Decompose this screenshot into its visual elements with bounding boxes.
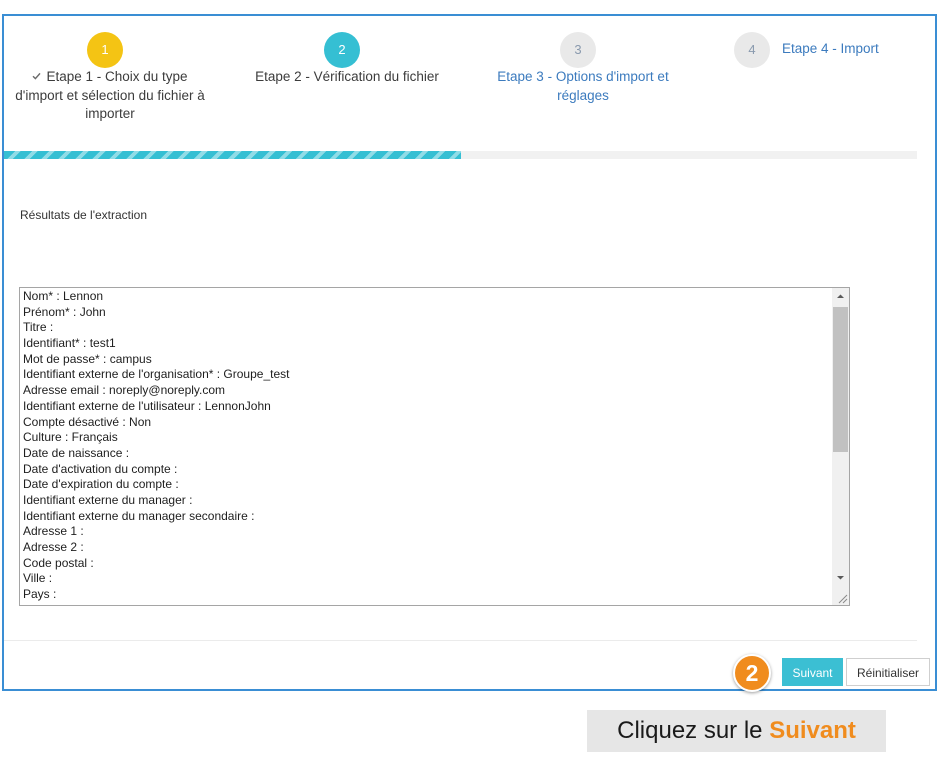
callout-step-badge: 2: [733, 654, 771, 692]
textarea-content: Nom* : Lennon Prénom* : John Titre : Ide…: [20, 288, 832, 605]
resize-grip-icon[interactable]: [832, 586, 849, 605]
textarea-line: Identifiant* : test1: [23, 336, 116, 351]
textarea-line: Identifiant externe du manager :: [23, 492, 193, 507]
textarea-line: Culture : Français: [23, 430, 118, 445]
progress-bar: [4, 151, 917, 159]
textarea-line: Nom* : Lennon: [23, 289, 104, 303]
step-2-circle: 2: [324, 32, 360, 68]
textarea-line: Titre :: [23, 320, 54, 335]
textarea-line: Adresse 2 :: [23, 540, 84, 554]
textarea-line: Identifiant externe de l'organisation* :…: [23, 367, 290, 382]
textarea-line: Ville :: [23, 571, 53, 586]
textarea-line: Code postal :: [23, 555, 94, 570]
textarea-line: Date de naissance :: [23, 445, 130, 460]
scrollbar-thumb[interactable]: [833, 307, 848, 452]
step-4-circle: 4: [734, 32, 770, 68]
textarea-line: Pays :: [23, 587, 57, 602]
progress-bar-fill: [4, 151, 461, 159]
step-1-circle: 1: [87, 32, 123, 68]
textarea-line: Mot de passe* : campus: [23, 351, 152, 366]
reset-button[interactable]: Réinitialiser: [846, 658, 930, 686]
textarea-scrollbar[interactable]: [832, 288, 849, 586]
step-1-label: Etape 1 - Choix du type d'import et séle…: [11, 68, 209, 124]
instruction-box: Cliquez sur le Suivant: [587, 710, 886, 752]
instruction-highlight: Suivant: [769, 717, 856, 744]
textarea-line: Date d'activation du compte :: [23, 461, 178, 476]
textarea-line: Adresse email : noreply@noreply.com: [23, 383, 226, 398]
step-2-label: Etape 2 - Vérification du fichier: [255, 69, 439, 84]
textarea-line: Prénom* : John: [23, 304, 106, 319]
step-1-label-text: Etape 1 - Choix du type d'import et séle…: [15, 69, 205, 121]
step-3-circle: 3: [560, 32, 596, 68]
textarea-line: Date d'expiration du compte :: [23, 477, 179, 492]
next-button[interactable]: Suivant: [782, 658, 843, 686]
textarea-line: Adresse 1 :: [23, 524, 84, 539]
textarea-line: Identifiant externe de l'utilisateur : L…: [23, 398, 271, 413]
step-3-label: Etape 3 - Options d'import et réglages: [497, 69, 669, 103]
textarea-line: Compte désactivé : Non: [23, 414, 152, 429]
import-wizard-frame: 1 Etape 1 - Choix du type d'import et sé…: [2, 14, 937, 691]
check-icon: [32, 72, 41, 80]
textarea-resize-corner[interactable]: [832, 586, 849, 605]
step-4-label: Etape 4 - Import: [782, 41, 879, 56]
extraction-results-textarea[interactable]: Nom* : Lennon Prénom* : John Titre : Ide…: [19, 287, 850, 606]
footer-divider: [4, 640, 917, 641]
textarea-line: Identifiant externe du manager secondair…: [23, 508, 255, 523]
scroll-up-arrow-icon[interactable]: [832, 288, 849, 305]
scroll-down-arrow-icon[interactable]: [832, 569, 849, 586]
instruction-text: Cliquez sur le: [617, 717, 770, 744]
results-label: Résultats de l'extraction: [20, 208, 148, 222]
